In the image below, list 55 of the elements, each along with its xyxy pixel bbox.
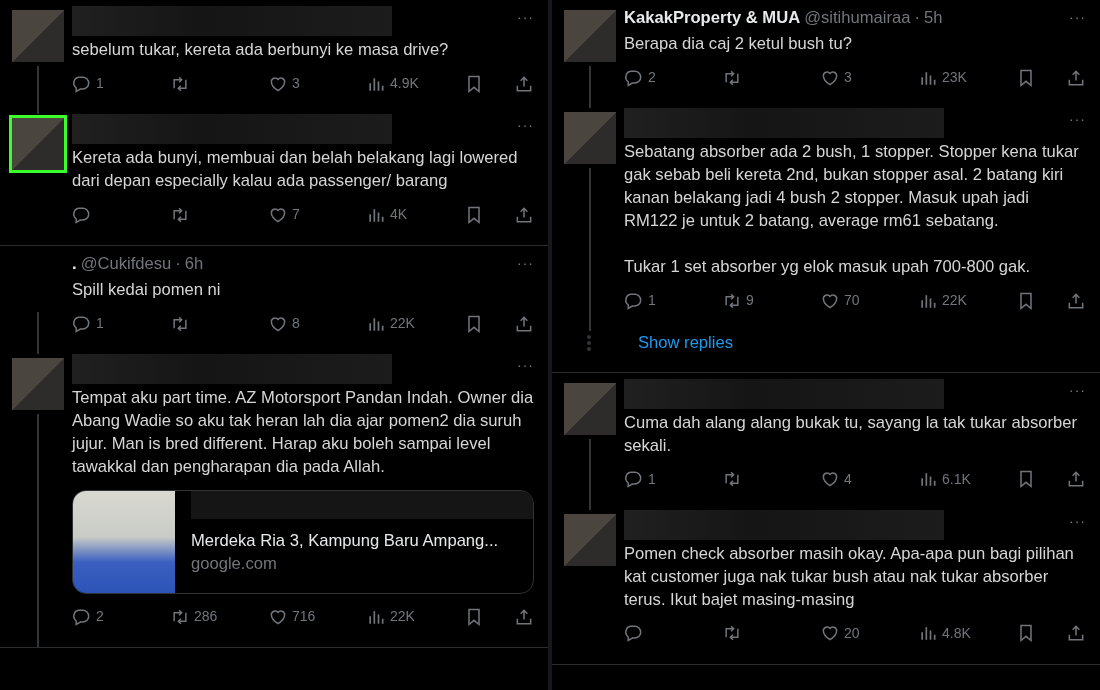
count-label: 3	[292, 74, 300, 93]
more-options-icon[interactable]: ···	[1069, 515, 1086, 526]
count-label: 8	[292, 314, 300, 333]
thread-dots-icon	[586, 334, 592, 353]
more-options-icon[interactable]: ···	[517, 120, 534, 130]
post-time[interactable]: 6h	[184, 252, 204, 276]
more-options-icon[interactable]: ···	[1069, 384, 1086, 395]
count-label: 4.8K	[942, 623, 971, 643]
post-text: Berapa dia caj 2 ketul bush tu?	[624, 33, 853, 55]
show-replies-link[interactable]: Show replies	[638, 331, 1100, 356]
post-text: Spill kedai pomen ni	[72, 279, 222, 301]
user-name[interactable]: KakakProperty & MUA	[624, 6, 801, 30]
count-label: 2	[648, 68, 656, 87]
post-text: Sebatang absorber ada 2 bush, 1 stopper. Stopper kena tukar gak sebab beli kereta 2nd, bukan stopper asal. 2 batang kiri kanan belakang jadi 4 bush 2 stopper. Masuk upah jadi RM122 je untuk 2 batang, average rm61 sebatang. Tukar 1 set absorber yg elok masuk upah 700-800 gak.	[624, 141, 1080, 278]
user-handle[interactable]: @sitihumairaa	[804, 6, 911, 30]
count-label: 7	[292, 205, 300, 224]
count-label: 4.9K	[390, 74, 419, 93]
post-text: Tempat aku part time. AZ Motorsport Pandan Indah. Owner dia Abang Wadie so aku tak heran lah dia ajar pomen2 dia suruh jujur. Man is bred different. Harap aku boleh sampai level tawakkal dan pengharapan dia pada Allah.	[72, 387, 534, 478]
more-options-icon[interactable]: ···	[1069, 114, 1086, 124]
post-text: sebelum tukar, kereta ada berbunyi ke masa drive?	[72, 39, 450, 61]
count-label: 3	[844, 68, 852, 87]
post-text: Cuma dah alang alang bukak tu, sayang la tak tukar absorber sekali.	[624, 411, 1078, 457]
count-label: 4K	[390, 205, 408, 224]
user-handle[interactable]: @Cukifdesu	[80, 252, 172, 276]
separator-dot: ·	[914, 7, 920, 29]
count-label: 22K	[942, 291, 967, 310]
count-label: 9	[746, 291, 754, 310]
count-label: 1	[96, 314, 104, 333]
link-domain[interactable]: google.com	[191, 552, 499, 577]
more-options-icon[interactable]: ···	[517, 258, 534, 268]
more-options-icon[interactable]: ···	[517, 12, 534, 22]
user-name[interactable]: .	[72, 252, 77, 276]
more-options-icon[interactable]: ···	[517, 360, 534, 370]
count-label: 70	[844, 291, 860, 310]
count-label: 23K	[942, 68, 967, 87]
count-label: 1	[96, 74, 104, 93]
count-label: 716	[292, 607, 316, 626]
count-label: 22K	[390, 607, 415, 626]
post-time[interactable]: 5h	[924, 6, 943, 30]
count-label: 2	[96, 607, 104, 626]
count-label: 6.1K	[942, 469, 971, 489]
separator-dot: ·	[175, 253, 181, 275]
link-title[interactable]: Merdeka Ria 3, Kampung Baru Ampang...	[191, 530, 499, 553]
count-label: 286	[194, 607, 218, 626]
link-card[interactable]: Merdeka Ria 3, Kampung Baru Ampang... google.com	[72, 490, 534, 594]
post-text: Kereta ada bunyi, membuai dan belah belakang lagi lowered dari depan especially kalau ada passenger/ barang	[72, 147, 519, 192]
count-label: 1	[648, 291, 656, 310]
post-text: Pomen check absorber masih okay. Apa-apa pun bagi pilihan kat customer juga nak tukar bush atau nak tukar absorber terus. Ikut bajet masing-masing	[624, 542, 1075, 611]
count-label: 1	[648, 469, 656, 489]
count-label: 4	[844, 469, 852, 489]
more-options-icon[interactable]: ···	[1069, 12, 1086, 22]
reply-icon[interactable]	[624, 469, 644, 490]
count-label: 20	[844, 623, 860, 643]
count-label: 22K	[390, 314, 415, 333]
reply-icon[interactable]	[624, 623, 644, 644]
